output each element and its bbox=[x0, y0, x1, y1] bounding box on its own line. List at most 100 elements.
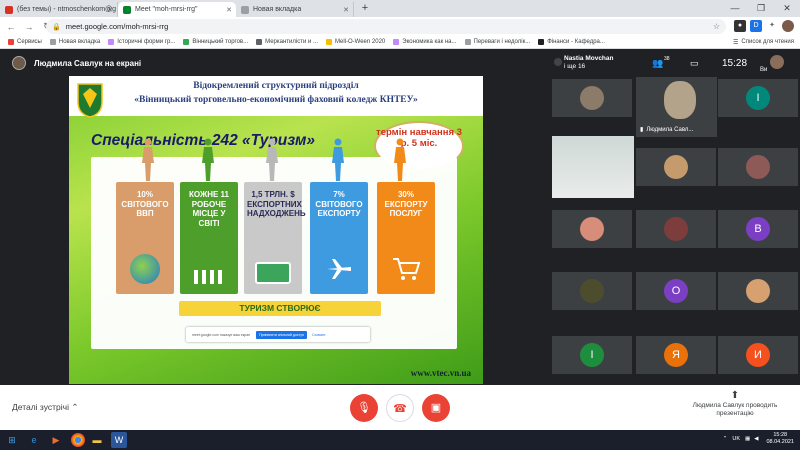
notice-text: meet.google.com показує ваш екран bbox=[192, 332, 251, 337]
mic-toggle-button[interactable]: 🎙 bbox=[350, 394, 378, 422]
language-indicator[interactable]: UK bbox=[732, 436, 740, 442]
participant-tile[interactable]: В bbox=[718, 210, 798, 248]
participant-tile[interactable]: І bbox=[718, 79, 798, 117]
cart-icon bbox=[393, 258, 421, 280]
page-icon bbox=[49, 39, 56, 45]
avatar[interactable] bbox=[782, 20, 794, 32]
participant-tile[interactable]: Я bbox=[636, 336, 716, 374]
bookmark-item[interactable]: Історичні форми гр... bbox=[108, 39, 175, 45]
close-icon[interactable]: ✕ bbox=[343, 6, 349, 14]
stat-card-jobs: кожне 11 робоче місце у світі bbox=[180, 182, 238, 294]
forward-button[interactable]: → bbox=[22, 22, 36, 32]
bookmark-item[interactable]: Переваги і недолік... bbox=[464, 39, 530, 45]
star-icon[interactable]: ☆ bbox=[713, 22, 720, 31]
bookmark-item[interactable]: Фінанси - Кафедра... bbox=[538, 39, 605, 45]
avatar: О bbox=[664, 279, 688, 303]
page-icon bbox=[183, 39, 190, 45]
stat-card-text: 7% світового експорту bbox=[315, 190, 363, 218]
present-icon: ⬆ bbox=[730, 390, 740, 401]
chat-icon[interactable]: ▭ bbox=[690, 58, 699, 69]
avatar bbox=[12, 56, 26, 70]
chrome-icon[interactable] bbox=[71, 433, 85, 447]
avatar[interactable] bbox=[770, 55, 784, 69]
self-label: Ви bbox=[760, 67, 768, 73]
close-window-button[interactable]: ✕ bbox=[774, 0, 800, 17]
participant-tile[interactable] bbox=[552, 272, 632, 310]
new-tab-icon bbox=[241, 5, 249, 14]
taskbar-date: 08.04.2021 bbox=[766, 439, 794, 445]
camera-toggle-button[interactable]: ▣ bbox=[422, 394, 450, 422]
bookmark-item[interactable]: Новая вкладка bbox=[49, 39, 100, 45]
close-icon[interactable]: ✕ bbox=[107, 6, 113, 14]
extension-icon[interactable]: D bbox=[750, 20, 762, 32]
bookmark-label: Історичні форми гр... bbox=[117, 39, 176, 45]
page-icon bbox=[256, 39, 263, 45]
bookmark-item[interactable]: Меркантилісти и ... bbox=[256, 39, 318, 45]
bookmark-item[interactable]: Сервисы bbox=[8, 39, 42, 45]
avatar bbox=[664, 217, 688, 241]
maximize-button[interactable]: ❐ bbox=[748, 0, 774, 17]
bookmark-label: Сервисы bbox=[17, 39, 42, 45]
bookmark-item[interactable]: Вінницький торгов... bbox=[183, 39, 248, 45]
participant-tile[interactable] bbox=[552, 210, 632, 248]
url-text: meet.google.com/moh-mrsi-rrg bbox=[65, 22, 169, 31]
url-input[interactable]: 🔒 meet.google.com/moh-mrsi-rrg ☆ bbox=[46, 19, 726, 34]
participant-tile[interactable]: И bbox=[718, 336, 798, 374]
leave-call-button[interactable]: ☎ bbox=[386, 394, 414, 422]
avatar bbox=[664, 155, 688, 179]
avatar: В bbox=[746, 217, 770, 241]
bookmark-item[interactable]: Mell-O-Ween 2020 bbox=[326, 39, 385, 45]
presentation-status-button[interactable]: ⬆ Людмила Савлук проводить презентацію bbox=[680, 390, 790, 418]
people-icon[interactable]: 👥 bbox=[652, 58, 663, 69]
avatar bbox=[580, 217, 604, 241]
avatar: И bbox=[746, 343, 770, 367]
stop-sharing-button[interactable]: Припинити спільний доступ bbox=[256, 330, 307, 339]
bookmark-label: Экономика как на... bbox=[402, 39, 457, 45]
traveler-figure-icon bbox=[266, 138, 278, 181]
page-icon bbox=[393, 39, 400, 45]
word-icon[interactable]: W bbox=[111, 432, 127, 448]
start-icon[interactable]: ⊞ bbox=[2, 432, 22, 448]
lock-icon: 🔒 bbox=[52, 23, 61, 31]
participant-tile[interactable] bbox=[636, 210, 716, 248]
participant-tile[interactable] bbox=[718, 272, 798, 310]
network-icon[interactable]: ▦ bbox=[745, 436, 750, 442]
camera-off-icon: ▣ bbox=[430, 402, 442, 414]
close-icon[interactable]: ✕ bbox=[226, 6, 232, 14]
participant-tile-video[interactable] bbox=[552, 136, 634, 198]
participant-tile[interactable] bbox=[552, 79, 632, 117]
media-icon[interactable]: ▶ bbox=[46, 432, 66, 448]
explorer-icon[interactable]: ▬ bbox=[87, 432, 107, 448]
back-button[interactable]: ← bbox=[4, 22, 18, 32]
participant-tile[interactable] bbox=[636, 148, 716, 186]
stat-card-text: 1,5 трлн. $ експортних надходжень bbox=[247, 190, 306, 218]
tab-gmail[interactable]: (без темы) - ntmoschenkom@g ✕ bbox=[0, 2, 118, 17]
apps-icon bbox=[8, 39, 14, 45]
tab-label: Meet "moh-mrsi-rrg" bbox=[135, 6, 198, 13]
minimize-button[interactable]: — bbox=[722, 0, 748, 17]
tab-new[interactable]: Новая вкладка ✕ bbox=[236, 2, 354, 17]
ie-icon[interactable]: e bbox=[24, 432, 44, 448]
taskbar-clock[interactable]: 15:28 08.04.2021 bbox=[766, 432, 794, 446]
taskbar-time: 15:28 bbox=[773, 432, 788, 438]
tab-label: Новая вкладка bbox=[253, 6, 302, 13]
participant-tile[interactable]: І bbox=[552, 336, 632, 374]
bookmark-label: Mell-O-Ween 2020 bbox=[335, 39, 386, 45]
tray-arrow-icon[interactable]: ⌃ bbox=[723, 436, 728, 442]
reading-list[interactable]: ☰ Список для чтения bbox=[733, 39, 794, 46]
stat-card-gdp: 10% світового ВВП bbox=[116, 182, 174, 294]
hide-notice-button[interactable]: Сховати bbox=[312, 333, 325, 337]
bookmark-item[interactable]: Экономика как на... bbox=[393, 39, 457, 45]
meeting-details-button[interactable]: Деталі зустрічі ⌃ bbox=[12, 402, 78, 413]
bookmark-label: Меркантилісти и ... bbox=[265, 39, 318, 45]
participant-tile[interactable] bbox=[718, 148, 798, 186]
participant-tile[interactable]: О bbox=[636, 272, 716, 310]
tab-meet[interactable]: Meet "moh-mrsi-rrg" ✕ bbox=[118, 2, 236, 17]
new-tab-button[interactable]: + bbox=[358, 2, 372, 16]
volume-icon[interactable]: ◀ bbox=[754, 436, 758, 442]
avatar bbox=[580, 279, 604, 303]
self-tile[interactable]: ▮ Людмила Савл... bbox=[636, 77, 717, 137]
extension-icon[interactable]: ● bbox=[734, 20, 746, 32]
extension-icon[interactable]: ✦ bbox=[766, 20, 778, 32]
people-icon bbox=[194, 270, 224, 284]
